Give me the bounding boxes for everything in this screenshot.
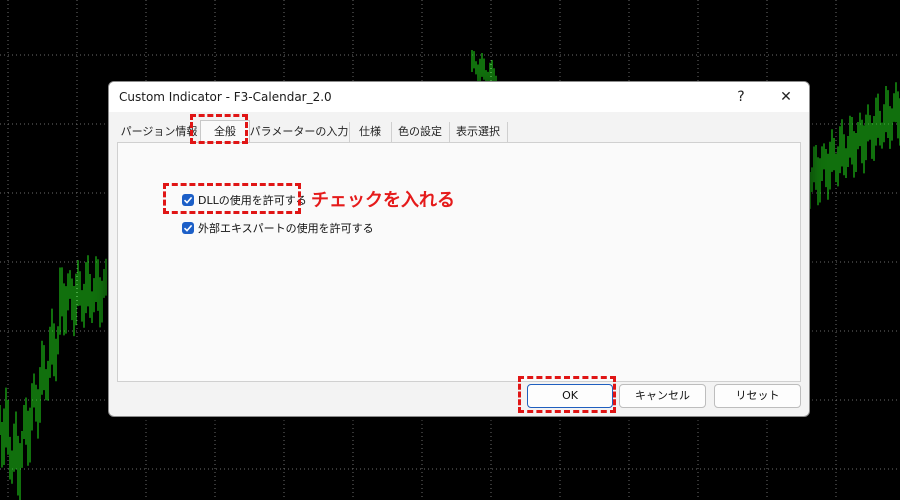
general-tab-panel: DLLの使用を許可する 外部エキスパートの使用を許可する [117, 142, 801, 382]
reset-button[interactable]: リセット [714, 384, 801, 408]
close-button[interactable]: ✕ [773, 84, 799, 110]
tab-specification[interactable]: 仕様 [349, 122, 392, 142]
tab-parameters[interactable]: パラメーターの入力 [249, 122, 350, 142]
highlight-ok-button [518, 376, 616, 413]
help-button[interactable]: ? [728, 84, 754, 110]
tab-display-selection[interactable]: 表示選択 [449, 122, 508, 142]
dialog-title: Custom Indicator - F3-Calendar_2.0 [119, 90, 332, 104]
allow-experts-label: 外部エキスパートの使用を許可する [198, 222, 374, 235]
checkmark-icon [183, 224, 193, 232]
instruction-annotation: チェックを入れる [311, 190, 455, 211]
highlight-general-tab [190, 114, 248, 144]
cancel-button[interactable]: キャンセル [619, 384, 706, 408]
title-bar: Custom Indicator - F3-Calendar_2.0 ? ✕ [109, 82, 809, 112]
tab-version-info[interactable]: パージョン情報 [118, 122, 201, 142]
tab-colors[interactable]: 色の設定 [391, 122, 450, 142]
highlight-dll-option [163, 183, 301, 214]
allow-experts-option[interactable]: 外部エキスパートの使用を許可する [182, 221, 374, 237]
allow-experts-checkbox[interactable] [182, 222, 194, 234]
